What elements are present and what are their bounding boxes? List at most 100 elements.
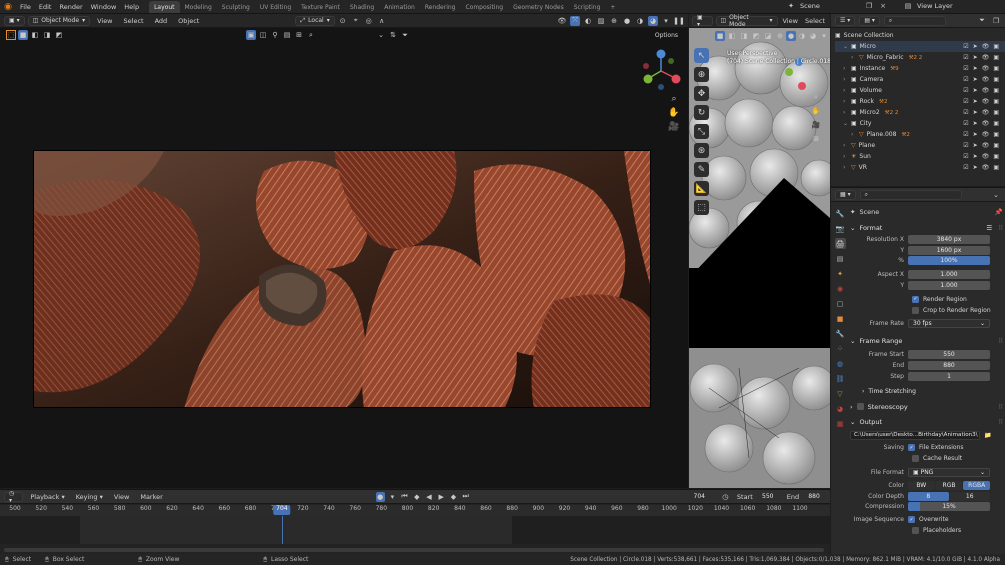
editor-type-dropdown[interactable]: ▣ ▾ xyxy=(4,15,25,26)
shading-options-icon[interactable]: ▾ xyxy=(661,16,671,26)
gizmo-z-ball[interactable] xyxy=(656,49,666,59)
color-rgba-button[interactable]: RGBA xyxy=(963,480,991,490)
sv-invert-icon[interactable]: ◩ xyxy=(751,31,761,41)
xray-icon[interactable]: ▨ xyxy=(596,16,606,26)
pan-hand-icon[interactable]: ✋ xyxy=(668,108,679,118)
sv-overlay-icon[interactable]: ▾ xyxy=(819,31,829,41)
color-rgb-button[interactable]: RGB xyxy=(935,480,963,490)
filter-light-icon[interactable]: ⚲ xyxy=(270,30,280,40)
scene-name[interactable]: Scene xyxy=(800,2,860,10)
collapsed-chevron-icon[interactable]: › xyxy=(843,65,851,72)
eye-icon[interactable]: 👁 xyxy=(982,65,990,72)
select-arrow-icon[interactable]: ➤ xyxy=(973,43,978,50)
play-icon[interactable]: ▶ xyxy=(437,492,446,502)
select-arrow-icon[interactable]: ➤ xyxy=(973,120,978,127)
output-drag-handle[interactable]: ⠿ xyxy=(998,418,1003,426)
eye-icon[interactable]: 👁 xyxy=(982,142,990,149)
object-tab-icon[interactable]: ■ xyxy=(835,313,846,324)
viewport-search-icon[interactable]: ⌕ xyxy=(306,30,316,40)
move-tool-icon[interactable]: ✥ xyxy=(694,86,709,101)
select-extend-icon[interactable]: ◧ xyxy=(30,30,40,40)
eye-icon[interactable]: 👁 xyxy=(982,153,990,160)
output-path-field[interactable]: C:\Users\user\Deskto...Birthday\Animatio… xyxy=(850,430,980,440)
visibility-icon[interactable]: 👁 xyxy=(557,16,567,26)
camera-render-icon[interactable]: ▣ xyxy=(993,142,999,149)
render-region-checkbox[interactable]: ✓ xyxy=(912,295,919,303)
properties-options-icon[interactable]: ⌄ xyxy=(991,190,1001,200)
sv-extend-icon[interactable]: ◧ xyxy=(727,31,737,41)
copy-scene-icon[interactable]: ❐ xyxy=(864,1,874,11)
outliner-scene-collection[interactable]: ▣ Scene Collection xyxy=(835,30,1005,41)
checkbox-icon[interactable]: ☑ xyxy=(963,65,968,72)
checkbox-icon[interactable]: ☑ xyxy=(963,76,968,83)
jump-start-icon[interactable]: ⏮ xyxy=(400,492,409,502)
camera-render-icon[interactable]: ▣ xyxy=(993,87,999,94)
tab-sculpting[interactable]: Sculpting xyxy=(217,1,255,13)
outliner-search-input[interactable]: ⌕ xyxy=(883,15,946,26)
gizmo-neg-z-ball[interactable] xyxy=(658,84,664,90)
outliner-item[interactable]: › ▣ Micro2 ⚒2 2 ☑ ➤ 👁 ▣ xyxy=(835,107,1005,118)
menu-help[interactable]: Help xyxy=(120,0,143,14)
compression-slider[interactable]: 15% xyxy=(908,502,990,512)
checkbox-icon[interactable]: ☑ xyxy=(963,153,968,160)
camera-render-icon[interactable]: ▣ xyxy=(993,131,999,138)
select-arrow-icon[interactable]: ➤ xyxy=(973,65,978,72)
tab-rendering[interactable]: Rendering xyxy=(420,1,461,13)
gizmo-y-ball[interactable] xyxy=(643,74,653,84)
frame-end-field[interactable]: 880 xyxy=(908,361,990,371)
gizmo-neg-x-ball[interactable] xyxy=(643,63,649,69)
output-tab-icon[interactable]: 🖨 xyxy=(834,238,846,249)
camera-render-icon[interactable]: ▣ xyxy=(993,54,999,61)
falloff-icon[interactable]: ∧ xyxy=(377,16,387,26)
filter-empty-icon[interactable]: ⊞ xyxy=(294,30,304,40)
file-extensions-checkbox[interactable]: ✓ xyxy=(908,444,915,452)
menu-render[interactable]: Render xyxy=(55,0,86,14)
output-panel-header[interactable]: ⌄ Output ⠿ xyxy=(850,416,1003,428)
menu-file[interactable]: File xyxy=(16,0,35,14)
gizmo-neg-y-ball[interactable] xyxy=(668,58,674,64)
material-shading-icon[interactable]: ◑ xyxy=(635,16,645,26)
checkbox-icon[interactable]: ☑ xyxy=(963,164,968,171)
sv-zoom-icon[interactable]: ⌕ xyxy=(811,92,821,102)
outliner-filter-icon[interactable]: ⏷ xyxy=(977,16,987,26)
collapsed-chevron-icon[interactable]: › xyxy=(843,153,851,160)
sv-solid-icon[interactable]: ● xyxy=(786,31,796,41)
secondary-menu-view[interactable]: View xyxy=(781,14,800,28)
preview-range-icon[interactable]: ◷ xyxy=(721,492,730,502)
checkbox-icon[interactable]: ☑ xyxy=(963,131,968,138)
stereoscopy-panel-header[interactable]: › Stereoscopy ⠿ xyxy=(850,401,1003,413)
outliner-item[interactable]: ⌄ ▣ Micro ☑ ➤ 👁 ▣ xyxy=(835,41,1005,52)
measure-tool-icon[interactable]: 📐 xyxy=(694,181,709,196)
filter-mesh-icon[interactable]: ▣ xyxy=(246,30,256,40)
folder-browse-icon[interactable]: 📁 xyxy=(984,432,991,439)
timeline-scrollbar[interactable] xyxy=(4,548,824,552)
overwrite-checkbox[interactable]: ✓ xyxy=(908,516,915,524)
res-percent-slider[interactable]: 100% xyxy=(908,256,990,266)
tab-compositing[interactable]: Compositing xyxy=(460,1,508,13)
collapsed-chevron-icon[interactable]: › xyxy=(851,54,859,61)
transform-tool-icon[interactable]: ⊛ xyxy=(694,143,709,158)
stereoscopy-checkbox[interactable] xyxy=(856,403,864,411)
particles-tab-icon[interactable]: ⁘ xyxy=(835,343,846,354)
data-tab-icon[interactable]: ▽ xyxy=(835,388,846,399)
camera-render-icon[interactable]: ▣ xyxy=(993,76,999,83)
collapsed-chevron-icon[interactable]: › xyxy=(843,164,851,171)
sv-intersect-icon[interactable]: ◪ xyxy=(763,31,773,41)
camera-render-icon[interactable]: ▣ xyxy=(993,120,999,127)
outliner-item[interactable]: › ▽ Plane ☑ ➤ 👁 ▣ xyxy=(835,140,1005,151)
camera-render-icon[interactable]: ▣ xyxy=(993,65,999,72)
select-arrow-icon[interactable]: ➤ xyxy=(973,87,978,94)
placeholders-checkbox[interactable] xyxy=(912,527,919,535)
eye-icon[interactable]: 👁 xyxy=(982,131,990,138)
crop-region-checkbox[interactable] xyxy=(912,306,919,314)
gizmo-x-ball[interactable] xyxy=(671,74,681,84)
depth-16-button[interactable]: 16 xyxy=(949,491,990,501)
select-box-tool-icon[interactable]: ↖ xyxy=(694,48,709,63)
viewport-menu-object[interactable]: Object xyxy=(174,14,203,28)
next-key-icon[interactable]: ◆ xyxy=(449,492,458,502)
collapsed-chevron-icon[interactable]: › xyxy=(843,98,851,105)
blender-logo-icon[interactable]: ◉ xyxy=(0,2,16,12)
view-layer-name[interactable]: View Layer xyxy=(917,2,987,10)
tab-geometry-nodes[interactable]: Geometry Nodes xyxy=(508,1,569,13)
eye-icon[interactable]: 👁 xyxy=(982,109,990,116)
